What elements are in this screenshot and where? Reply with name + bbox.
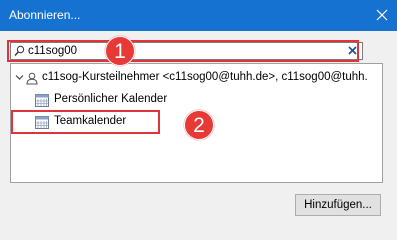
add-button[interactable]: Hinzufügen... bbox=[295, 194, 381, 216]
step-badge-1: 1 bbox=[105, 36, 135, 66]
tree-item-label: Teamkalender bbox=[54, 115, 127, 127]
search-input[interactable] bbox=[28, 45, 328, 57]
window-title: Abonnieren... bbox=[9, 8, 81, 22]
tree-item-user-label: c11sog-Kursteilnehmer <c11sog00@tuhh.de>… bbox=[42, 71, 368, 83]
clear-icon[interactable] bbox=[348, 46, 357, 55]
step-badge-2: 2 bbox=[184, 110, 214, 140]
title-bar: Abonnieren... bbox=[0, 0, 397, 31]
user-icon bbox=[26, 72, 38, 85]
tree-item-personal-calendar[interactable]: Persönlicher Kalender bbox=[11, 91, 382, 109]
calendar-icon bbox=[35, 116, 49, 129]
tree-item-user[interactable]: c11sog-Kursteilnehmer <c11sog00@tuhh.de>… bbox=[11, 69, 382, 88]
search-icon bbox=[14, 45, 25, 56]
chevron-down-icon[interactable] bbox=[15, 73, 24, 82]
close-icon bbox=[376, 9, 388, 21]
search-field[interactable] bbox=[10, 42, 363, 60]
calendar-icon bbox=[35, 94, 49, 107]
tree-item-label: Persönlicher Kalender bbox=[54, 93, 168, 105]
close-button[interactable] bbox=[367, 0, 397, 31]
